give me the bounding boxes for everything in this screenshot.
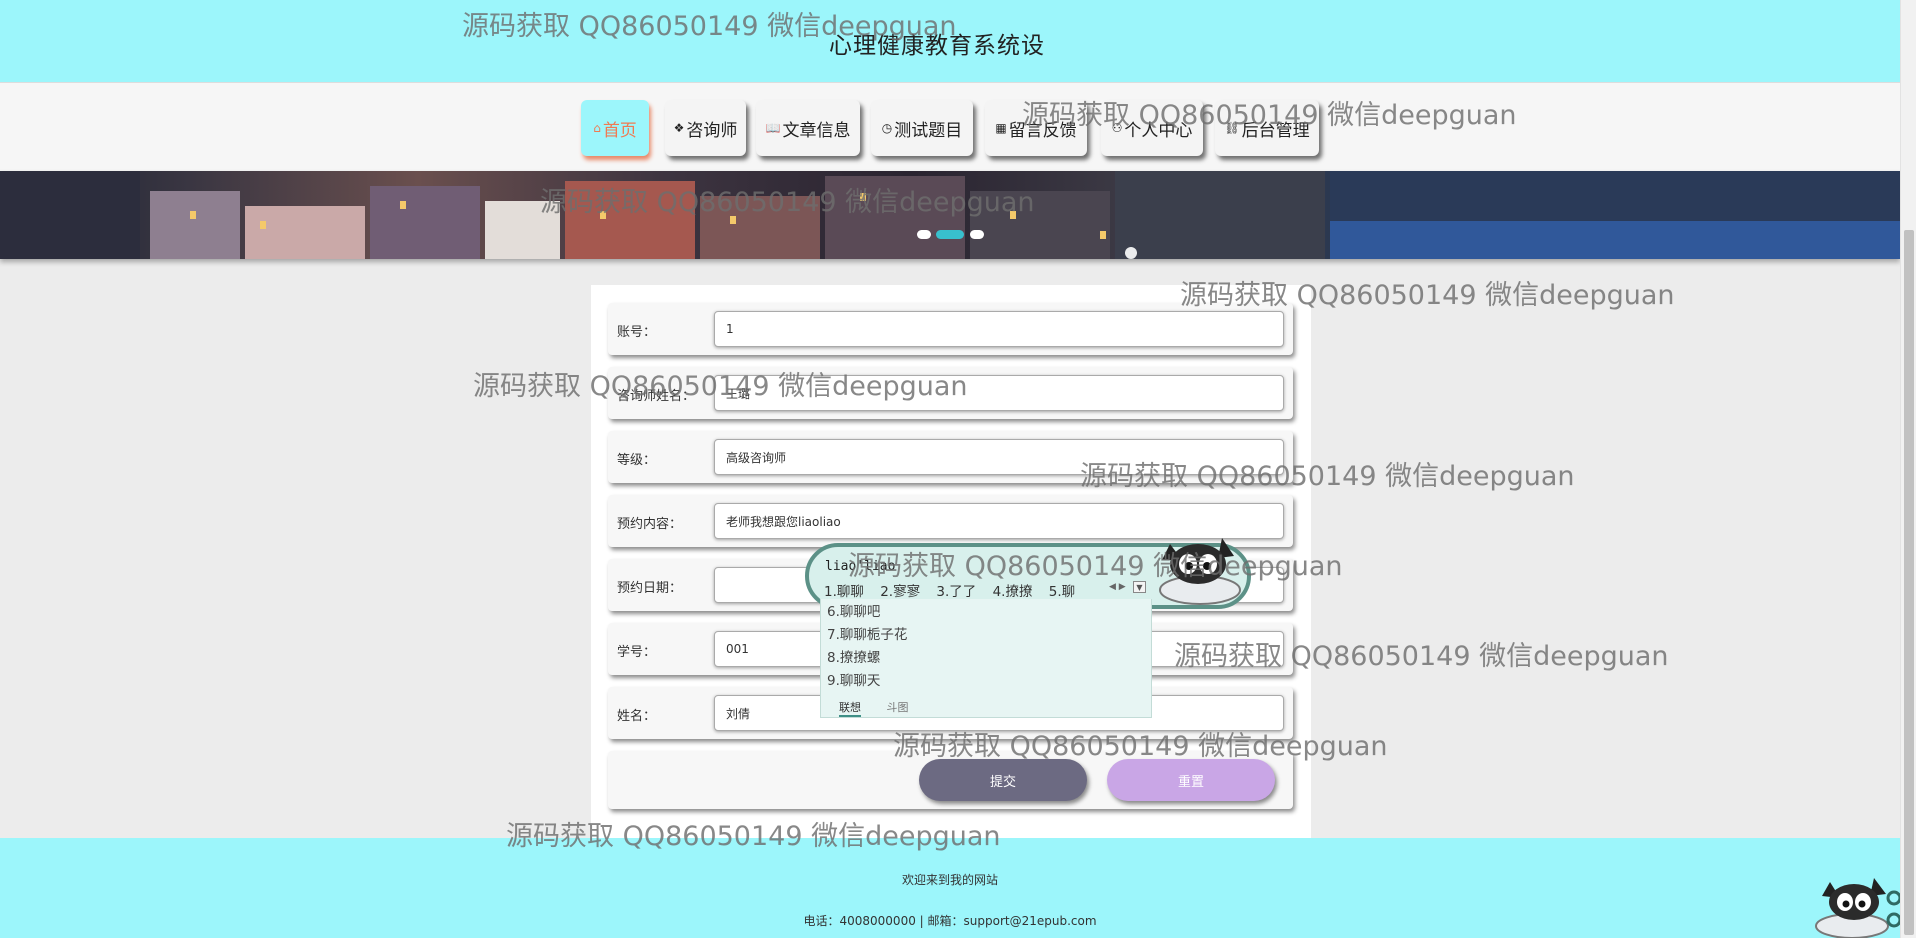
nav-profile[interactable]: ⚇ 个人中心 [1101, 100, 1203, 156]
form-row-account: 账号： [608, 303, 1293, 355]
banner-image [0, 171, 1900, 259]
graduation-cap-icon: ❖ [673, 121, 685, 135]
nav-feedback[interactable]: ▦ 留言反馈 [985, 100, 1087, 156]
site-footer: 欢迎来到我的网站 电话：4008000000 | 邮箱：support@21ep… [0, 838, 1900, 938]
site-header: 心理健康教育系统设 [0, 0, 1900, 82]
account-input[interactable] [714, 311, 1284, 347]
ime-candidate-2[interactable]: 2.寥寥 [880, 584, 920, 600]
nav-articles[interactable]: 📖 文章信息 [756, 100, 860, 156]
counselor-name-input[interactable] [714, 375, 1284, 411]
reset-button[interactable]: 重置 [1107, 759, 1275, 801]
grid-icon: ▦ [995, 121, 1007, 135]
nav-admin-label: 后台管理 [1241, 120, 1310, 141]
carousel-dot-3[interactable] [970, 230, 984, 239]
nav-counselors-label: 咨询师 [686, 120, 738, 141]
submit-button[interactable]: 提交 [919, 759, 1087, 801]
footer-welcome: 欢迎来到我的网站 [901, 873, 998, 887]
link-icon: ⛓ [1224, 121, 1240, 135]
nav-home[interactable]: ⌂ 首页 [581, 100, 649, 156]
level-label: 等级： [617, 453, 657, 468]
clock-icon: ◷ [881, 121, 893, 135]
nav-home-label: 首页 [602, 120, 637, 141]
ime-tab-association[interactable]: 联想 [839, 701, 861, 717]
corner-mascot-icon [1815, 878, 1900, 938]
ime-expand-icon[interactable]: ▼ [1133, 581, 1146, 593]
student-id-label: 学号： [617, 645, 657, 660]
scrollbar-thumb[interactable] [1904, 230, 1914, 935]
footer-contact: 电话：4008000000 | 邮箱：support@21epub.com [803, 914, 1097, 928]
ime-tab-sticker[interactable]: 斗图 [887, 701, 909, 714]
nav-tests-label: 测试题目 [894, 120, 963, 141]
carousel-dot-2[interactable] [936, 230, 964, 239]
ime-candidate-7[interactable]: 7.聊聊栀子花 [827, 624, 907, 647]
page-scrollbar[interactable] [1900, 0, 1916, 938]
account-label: 账号： [617, 325, 657, 340]
ime-expanded-list: 6.聊聊吧 7.聊聊栀子花 8.撩撩螺 9.聊聊天 联想 斗图 [820, 599, 1152, 718]
ime-candidate-5[interactable]: 5.聊 [1049, 584, 1075, 600]
form-row-counselor-name: 咨询师姓名： [608, 367, 1293, 419]
nav-admin[interactable]: ⛓ 后台管理 [1215, 100, 1319, 156]
site-title: 心理健康教育系统设 [829, 33, 1045, 59]
ime-candidate-9[interactable]: 9.聊聊天 [827, 670, 907, 693]
carousel-dot-1[interactable] [917, 230, 931, 239]
nav-feedback-label: 留言反馈 [1008, 120, 1077, 141]
ime-candidate-3[interactable]: 3.了了 [936, 584, 976, 600]
ime-candidate-6[interactable]: 6.聊聊吧 [827, 601, 907, 624]
nav-articles-label: 文章信息 [782, 120, 851, 141]
ime-mascot-icon [1159, 538, 1241, 605]
book-icon: 📖 [765, 121, 781, 135]
level-input[interactable] [714, 439, 1284, 475]
name-label: 姓名： [617, 709, 657, 724]
banner-carousel [0, 171, 1900, 259]
ime-candidates-row: 1.聊聊 2.寥寥 3.了了 4.撩撩 5.聊 [824, 580, 1087, 600]
user-icon: ⚇ [1111, 121, 1123, 135]
nav-tests[interactable]: ◷ 测试题目 [871, 100, 973, 156]
form-row-level: 等级： [608, 431, 1293, 483]
home-icon: ⌂ [593, 121, 601, 135]
appointment-content-label: 预约内容： [617, 517, 683, 532]
ime-page-arrows-icon[interactable]: ◀ ▶ [1109, 582, 1126, 592]
nav-counselors[interactable]: ❖ 咨询师 [665, 100, 746, 156]
ime-candidate-4[interactable]: 4.撩撩 [993, 584, 1033, 600]
main-nav: ⌂ 首页 ❖ 咨询师 📖 文章信息 ◷ 测试题目 ▦ 留言反馈 ⚇ 个人中心 ⛓… [0, 82, 1900, 171]
counselor-name-label: 咨询师姓名： [617, 389, 696, 404]
ime-pinyin: liao'liao [825, 559, 896, 574]
ime-candidate-8[interactable]: 8.撩撩螺 [827, 647, 907, 670]
nav-profile-label: 个人中心 [1124, 120, 1193, 141]
appointment-date-label: 预约日期： [617, 581, 683, 596]
ime-candidate-1[interactable]: 1.聊聊 [824, 584, 864, 600]
